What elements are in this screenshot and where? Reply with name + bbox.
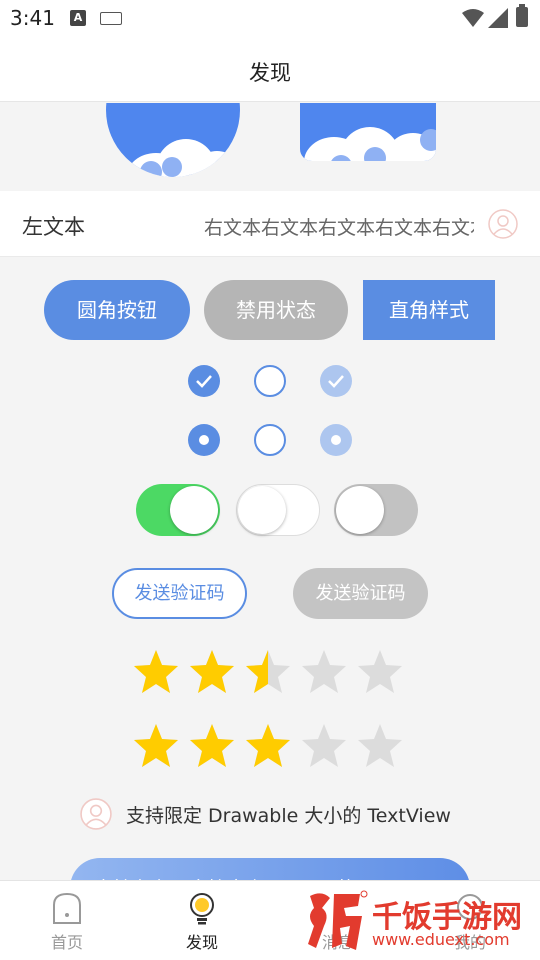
avatar-icon bbox=[80, 798, 112, 830]
star-icon[interactable] bbox=[188, 722, 236, 770]
star-icon[interactable] bbox=[300, 722, 348, 770]
checkbox-disabled-checked[interactable] bbox=[320, 365, 352, 397]
battery-icon bbox=[516, 4, 528, 27]
keyboard-icon bbox=[100, 12, 122, 25]
star-icon[interactable] bbox=[132, 648, 180, 696]
notification-a-icon: A bbox=[70, 10, 86, 26]
switch-on[interactable] bbox=[136, 484, 220, 536]
rating-bar-half[interactable] bbox=[132, 648, 408, 698]
status-time: 3:41 bbox=[10, 6, 55, 30]
tab-discover-label: 发现 bbox=[185, 933, 218, 952]
star-icon[interactable] bbox=[356, 648, 404, 696]
cellular-signal-icon bbox=[488, 8, 508, 28]
row-right-value: 右文本右文本右文本右文本右文本 bbox=[204, 217, 474, 239]
switch-knob bbox=[170, 486, 218, 534]
switch-off[interactable] bbox=[236, 484, 320, 536]
radio-disabled-checked[interactable] bbox=[320, 424, 352, 456]
watermark-logo-icon bbox=[308, 890, 368, 950]
switch-disabled[interactable] bbox=[334, 484, 418, 536]
send-code-button[interactable]: 发送验证码 bbox=[112, 568, 247, 619]
title-bar: 发现 bbox=[0, 36, 540, 102]
star-icon[interactable] bbox=[244, 648, 292, 696]
site-watermark: 千饭手游网 www.eduext.com bbox=[300, 886, 540, 956]
lightbulb-icon bbox=[190, 893, 214, 925]
row-right-text: 右文本右文本右文本右文本右文本 bbox=[204, 213, 474, 240]
star-icon[interactable] bbox=[132, 722, 180, 770]
switch-knob bbox=[238, 486, 286, 534]
row-left-text: 左文本 bbox=[22, 215, 85, 239]
radio-unchecked[interactable] bbox=[254, 424, 286, 456]
send-code-button-disabled[interactable]: 发送验证码 bbox=[293, 568, 428, 619]
page-title: 发现 bbox=[249, 61, 291, 85]
switch-knob bbox=[336, 486, 384, 534]
tab-discover[interactable]: 发现 bbox=[152, 881, 252, 960]
star-icon[interactable] bbox=[244, 722, 292, 770]
disabled-button[interactable]: 禁用状态 bbox=[204, 280, 348, 340]
tab-home[interactable]: 首页 bbox=[17, 881, 117, 960]
drawable-textview-label: 支持限定 Drawable 大小的 TextView bbox=[126, 805, 451, 827]
wifi-icon bbox=[462, 9, 484, 27]
star-icon[interactable] bbox=[188, 648, 236, 696]
home-icon bbox=[53, 892, 81, 924]
square-corner-button[interactable]: 直角样式 bbox=[363, 280, 495, 340]
avatar-icon bbox=[488, 209, 518, 239]
checkbox-checked[interactable] bbox=[188, 365, 220, 397]
circle-image bbox=[106, 103, 240, 177]
rounded-rect-image bbox=[300, 103, 436, 161]
star-icon[interactable] bbox=[356, 722, 404, 770]
tab-home-label: 首页 bbox=[50, 933, 83, 952]
watermark-url: www.eduext.com bbox=[372, 930, 510, 949]
radio-checked[interactable] bbox=[188, 424, 220, 456]
status-bar: 3:41 A bbox=[0, 0, 540, 36]
round-corner-button[interactable]: 圆角按钮 bbox=[44, 280, 190, 340]
settings-row[interactable]: 左文本 右文本右文本右文本右文本右文本 bbox=[0, 191, 540, 257]
rating-bar-full[interactable] bbox=[132, 722, 408, 772]
checkbox-unchecked[interactable] bbox=[254, 365, 286, 397]
star-icon[interactable] bbox=[300, 648, 348, 696]
image-demo-area bbox=[0, 103, 540, 190]
